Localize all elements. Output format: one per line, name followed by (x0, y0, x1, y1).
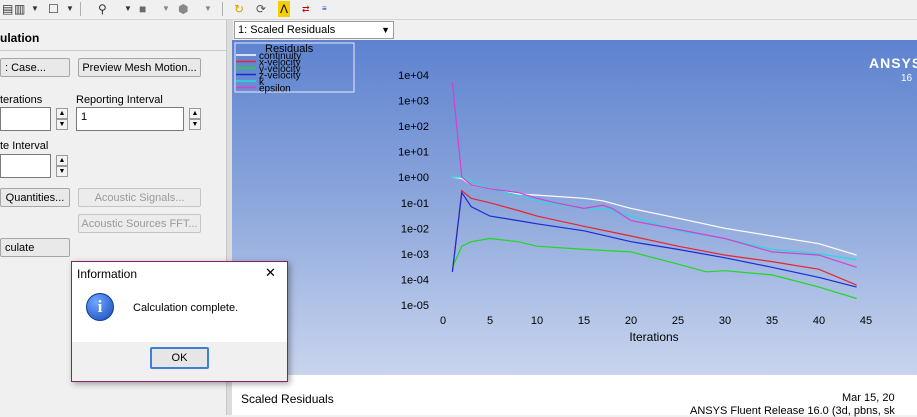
ansys-version: 16 (901, 73, 913, 84)
ok-button[interactable]: OK (150, 347, 209, 369)
y-tick-label: 1e+00 (398, 172, 429, 184)
legend-entry-z-velocity: z-velocity (259, 71, 301, 82)
info-icon: i (86, 293, 114, 321)
x-tick-label: 25 (672, 315, 684, 327)
swap-icon[interactable]: ⇄ (302, 1, 310, 17)
x-tick-label: 10 (531, 315, 543, 327)
data-file-quantities-button[interactable]: Quantities... (0, 188, 70, 207)
y-tick-label: 1e+04 (398, 70, 429, 82)
graphics-window[interactable]: Residuals continuity x-velocity y-velocity… (232, 40, 917, 375)
y-tick-label: 1e+02 (398, 121, 429, 133)
footer-date: Mar 15, 20 (842, 392, 895, 404)
x-tick-label: 40 (813, 315, 825, 327)
reporting-interval-label: Reporting Interval (76, 94, 163, 106)
x-tick-label: 0 (440, 315, 446, 327)
window-icon[interactable]: ☐ (48, 1, 59, 17)
graphics-window-select-value: 1: Scaled Residuals (238, 24, 336, 36)
graphics-window-select[interactable]: 1: Scaled Residuals ▼ (234, 21, 394, 39)
footer-title: Scaled Residuals (241, 392, 334, 406)
toolbar-separator (80, 2, 81, 16)
x-tick-label: 15 (578, 315, 590, 327)
check-case-button[interactable]: : Case... (0, 58, 70, 77)
update-interval-field[interactable] (0, 154, 51, 178)
y-tick-label: 1e-01 (401, 198, 429, 210)
calculate-button[interactable]: culate (0, 238, 70, 257)
close-icon[interactable]: ✕ (265, 265, 276, 281)
iterations-label: terations (0, 94, 43, 106)
information-dialog: Information ✕ i Calculation complete. OK (71, 261, 288, 382)
iterations-up-icon[interactable]: ▲ (56, 108, 68, 119)
chevron-down-icon[interactable]: ▼ (31, 1, 39, 17)
residuals-plot: Residuals continuityx-velocityy-velocity… (234, 42, 872, 344)
ansys-icon[interactable]: Λ (278, 1, 291, 17)
reporting-down-icon[interactable]: ▼ (189, 119, 201, 130)
chevron-down-icon[interactable]: ▼ (204, 1, 212, 17)
iterations-down-icon[interactable]: ▼ (56, 119, 68, 130)
y-tick-label: 1e+01 (398, 147, 429, 159)
update-down-icon[interactable]: ▼ (56, 166, 68, 177)
x-tick-label: 20 (625, 315, 637, 327)
graphics-footer: Scaled Residuals Mar 15, 20 ANSYS Fluent… (232, 375, 917, 417)
series-line-x-velocity (451, 189, 857, 286)
chevron-down-icon[interactable]: ▼ (66, 1, 74, 17)
acoustic-signals-button[interactable]: Acoustic Signals... (78, 188, 201, 207)
moe-icon[interactable]: ≡ (322, 1, 327, 17)
dialog-title: Information (77, 267, 138, 281)
toolbar-separator (222, 2, 223, 16)
series-line-k (452, 176, 857, 261)
cube-icon[interactable]: ⬢ (178, 1, 188, 17)
reporting-interval-field[interactable]: 1 (76, 107, 184, 131)
x-tick-label: 45 (860, 315, 872, 327)
y-tick-label: 1e-03 (401, 249, 429, 261)
y-tick-label: 1e+03 (398, 96, 429, 108)
series-line-continuity (452, 176, 857, 256)
panel-title: ulation (0, 31, 40, 45)
title-divider (0, 50, 226, 51)
layout-icon[interactable]: ▥ (14, 1, 25, 17)
ansys-logo: ANSYS (869, 55, 917, 71)
chevron-down-icon[interactable]: ▼ (124, 1, 132, 17)
preview-mesh-motion-button[interactable]: Preview Mesh Motion... (78, 58, 201, 77)
y-tick-label: 1e-02 (401, 223, 429, 235)
reload-icon[interactable]: ⟳ (256, 1, 266, 17)
main-toolbar: ▤ ▥ ▼ ☐ ▼ ⚲ ▼ ■ ▼ ⬢ ▼ ↻ ⟳ Λ ⇄ ≡ (0, 0, 917, 20)
x-tick-label: 5 (487, 315, 493, 327)
dialog-message: Calculation complete. (133, 302, 239, 314)
grid-icon[interactable]: ▤ (2, 1, 13, 17)
update-up-icon[interactable]: ▲ (56, 155, 68, 166)
x-axis-label: Iterations (629, 330, 678, 344)
y-tick-label: 1e-05 (401, 300, 429, 312)
reporting-up-icon[interactable]: ▲ (189, 108, 201, 119)
series-line-y-velocity (451, 237, 857, 300)
y-tick-label: 1e-04 (401, 274, 429, 286)
shape-icon[interactable]: ■ (139, 1, 146, 17)
update-interval-label: te Interval (0, 140, 49, 152)
select-tool-icon[interactable]: ⚲ (98, 1, 107, 17)
acoustic-sources-fft-button[interactable]: Acoustic Sources FFT... (78, 214, 201, 233)
footer-release: ANSYS Fluent Release 16.0 (3d, pbns, sk (690, 405, 895, 417)
chevron-down-icon[interactable]: ▼ (162, 1, 170, 17)
chevron-down-icon: ▼ (381, 25, 390, 35)
x-tick-label: 35 (766, 315, 778, 327)
iterations-field[interactable] (0, 107, 51, 131)
x-tick-label: 30 (719, 315, 731, 327)
refresh-icon[interactable]: ↻ (234, 1, 244, 17)
legend-entry-epsilon: epsilon (259, 84, 291, 95)
